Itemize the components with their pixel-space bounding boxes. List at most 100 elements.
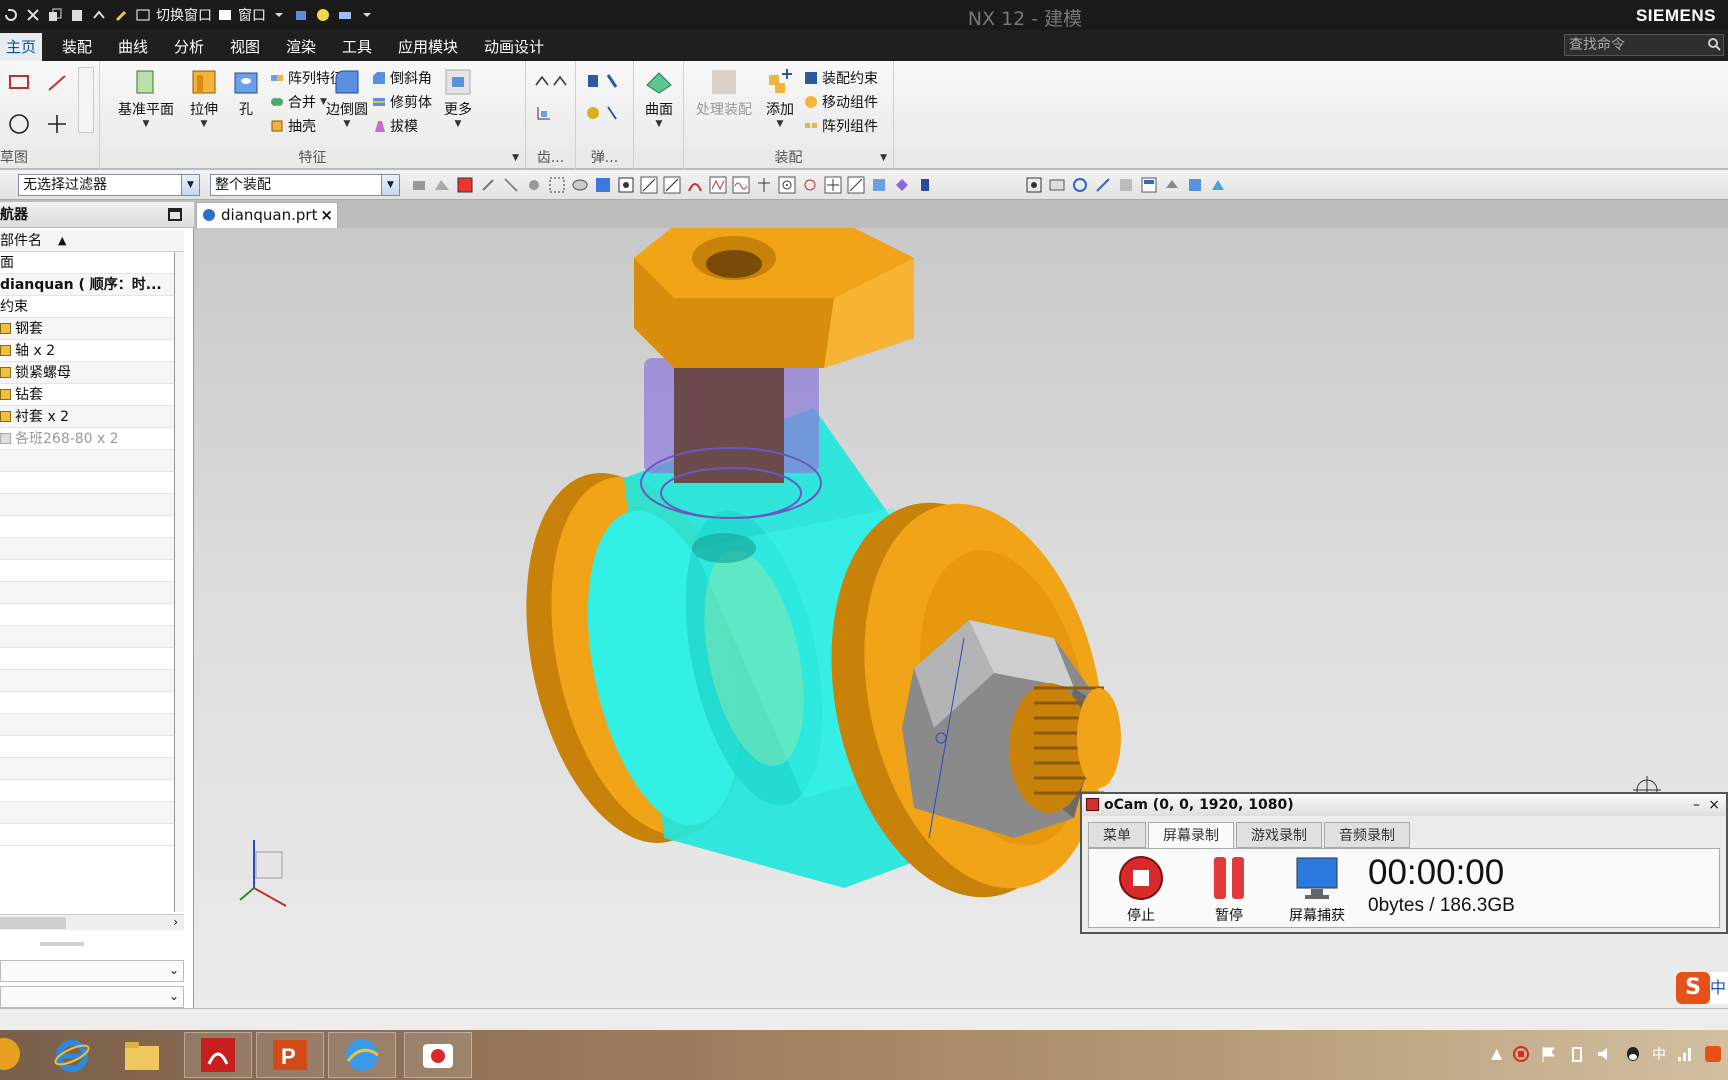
snap-center-icon[interactable] (778, 176, 796, 194)
snap-control-point-icon[interactable] (709, 176, 727, 194)
render-style-dropdown-icon[interactable] (1163, 176, 1181, 194)
stop-button[interactable]: 停止 (1111, 855, 1171, 925)
ocam-tab-game-record[interactable]: 游戏录制 (1236, 822, 1322, 848)
search-icon[interactable] (1707, 37, 1721, 57)
minimize-icon[interactable]: – (1693, 794, 1700, 816)
draft-button[interactable]: 拔模 (372, 115, 418, 137)
navigator-row[interactable]: dianquan ( 顺序：时... (0, 274, 174, 296)
tab-analysis[interactable]: 分析 (168, 33, 210, 61)
paste-icon[interactable] (68, 6, 86, 24)
navigator-row[interactable]: 轴 x 2 (0, 340, 174, 362)
tab-view[interactable]: 视图 (224, 33, 266, 61)
fit-icon[interactable] (1025, 176, 1043, 194)
tab-assemblies[interactable]: 装配 (56, 33, 98, 61)
navigator-vertical-scrollbar[interactable] (174, 252, 184, 912)
taskbar-powerpoint[interactable]: P (256, 1032, 324, 1078)
close-icon[interactable]: × (1708, 794, 1720, 816)
pause-button[interactable]: 暂停 (1199, 855, 1259, 925)
snap-endpoint-icon[interactable] (640, 176, 658, 194)
edit-section-icon[interactable] (1209, 176, 1227, 194)
navigator-row[interactable]: 钻套 (0, 384, 174, 406)
chamfer-button[interactable]: 倒斜角 (372, 67, 432, 89)
touch-mode-icon[interactable] (112, 6, 130, 24)
switch-window-icon[interactable] (134, 6, 152, 24)
face-select-icon[interactable] (594, 176, 612, 194)
repeat-command-icon[interactable] (90, 6, 108, 24)
snap-existing-point-icon[interactable] (824, 176, 842, 194)
taskbar-explorer[interactable] (108, 1032, 176, 1078)
unite-button[interactable]: 合并 ▼ (270, 91, 327, 113)
fit-view-icon[interactable] (336, 6, 354, 24)
window-menu-label[interactable]: 窗口 (238, 5, 266, 25)
command-search-input[interactable]: 查找命令 (1564, 34, 1724, 56)
type-filter-select[interactable]: 无选择过滤器 ▼ (18, 174, 200, 196)
tab-application[interactable]: 应用模块 (392, 33, 464, 61)
add-component-button[interactable]: 添加 ▼ (760, 67, 800, 129)
navigator-horizontal-scrollbar[interactable]: › (0, 914, 184, 930)
volume-icon[interactable] (1596, 1045, 1614, 1063)
surface-button[interactable]: 曲面 ▼ (640, 67, 678, 129)
zoom-icon[interactable] (1048, 176, 1066, 194)
chevron-down-icon[interactable]: ▼ (381, 175, 399, 195)
snap-bolt-icon[interactable] (916, 176, 934, 194)
edge-select-icon[interactable] (617, 176, 635, 194)
scroll-right-icon[interactable]: › (173, 915, 178, 929)
filter-options-icon[interactable] (525, 176, 543, 194)
tab-home[interactable]: 主页 (0, 33, 43, 61)
cut-icon[interactable] (24, 6, 42, 24)
snap-curve-icon[interactable] (686, 176, 704, 194)
sketch-gallery-scroll[interactable] (78, 67, 94, 133)
customize-chevron-icon[interactable] (358, 6, 376, 24)
move-component-button[interactable]: 移动组件 (804, 91, 878, 113)
qq-icon[interactable] (1624, 1045, 1642, 1063)
column-header-part-name[interactable]: 部件名 ▲ (0, 230, 184, 252)
body-select-icon[interactable] (571, 176, 589, 194)
dependencies-panel-toggle[interactable]: ⌄ (0, 986, 184, 1008)
rectangle-icon[interactable] (8, 73, 30, 95)
clear-selection-icon[interactable] (502, 176, 520, 194)
maximize-icon[interactable] (168, 208, 182, 221)
close-tab-icon[interactable]: × (320, 203, 333, 227)
gear-display-icon[interactable] (536, 105, 552, 125)
orient-view-icon[interactable] (1140, 176, 1158, 194)
pan-icon[interactable] (1094, 176, 1112, 194)
ocam-tray-icon[interactable] (1512, 1045, 1530, 1063)
spring-design-icon[interactable] (586, 105, 622, 125)
circle-icon[interactable] (8, 113, 30, 139)
assembly-constraint-button[interactable]: 装配约束 (804, 67, 878, 89)
more-button[interactable]: 更多 ▼ (440, 67, 476, 129)
general-selection-icon[interactable] (410, 176, 428, 194)
action-center-flag-icon[interactable] (1540, 1045, 1558, 1063)
sphere-icon[interactable] (314, 6, 332, 24)
ocam-title-bar[interactable]: oCam (0, 0, 1920, 1080) – × (1082, 794, 1726, 816)
document-tab[interactable]: dianquan.prt × (196, 202, 338, 228)
render-style-icon[interactable] (292, 6, 310, 24)
snap-quadrant-icon[interactable] (801, 176, 819, 194)
navigator-row[interactable]: 衬套 x 2 (0, 406, 174, 428)
screen-capture-button[interactable]: 屏幕捕获 (1287, 855, 1347, 925)
tab-tools[interactable]: 工具 (336, 33, 378, 61)
window-icon[interactable] (216, 6, 234, 24)
navigator-row[interactable]: 面 (0, 252, 174, 274)
snap-intersection-icon[interactable] (755, 176, 773, 194)
datum-plane-button[interactable]: 基准平面 ▼ (114, 67, 178, 129)
tab-curve[interactable]: 曲线 (112, 33, 154, 61)
snap-bounded-icon[interactable] (893, 176, 911, 194)
navigator-row[interactable]: 各班268-80 x 2 (0, 428, 174, 450)
ocam-tab-screen-record[interactable]: 屏幕录制 (1148, 822, 1234, 848)
edge-blend-button[interactable]: 边倒圆 ▼ (322, 67, 372, 129)
ocam-tab-audio-record[interactable]: 音频录制 (1324, 822, 1410, 848)
panel-splitter[interactable] (40, 942, 84, 946)
rectangle-select-icon[interactable] (548, 176, 566, 194)
chevron-down-icon[interactable]: ▼ (181, 175, 199, 195)
preview-panel-toggle[interactable]: ⌄ (0, 960, 184, 982)
shell-button[interactable]: 抽壳 (270, 115, 316, 137)
assembly-filter-icon[interactable] (433, 176, 451, 194)
ocam-tab-menu[interactable]: 菜单 (1088, 822, 1146, 848)
gear-modeling-icon[interactable] (534, 73, 570, 93)
navigator-row[interactable]: 锁紧螺母 (0, 362, 174, 384)
taskbar-ie[interactable] (38, 1032, 106, 1078)
sogou-tray-icon[interactable] (1704, 1045, 1722, 1063)
sogou-ime-icon[interactable]: S (1676, 972, 1710, 1004)
copy-icon[interactable] (46, 6, 64, 24)
